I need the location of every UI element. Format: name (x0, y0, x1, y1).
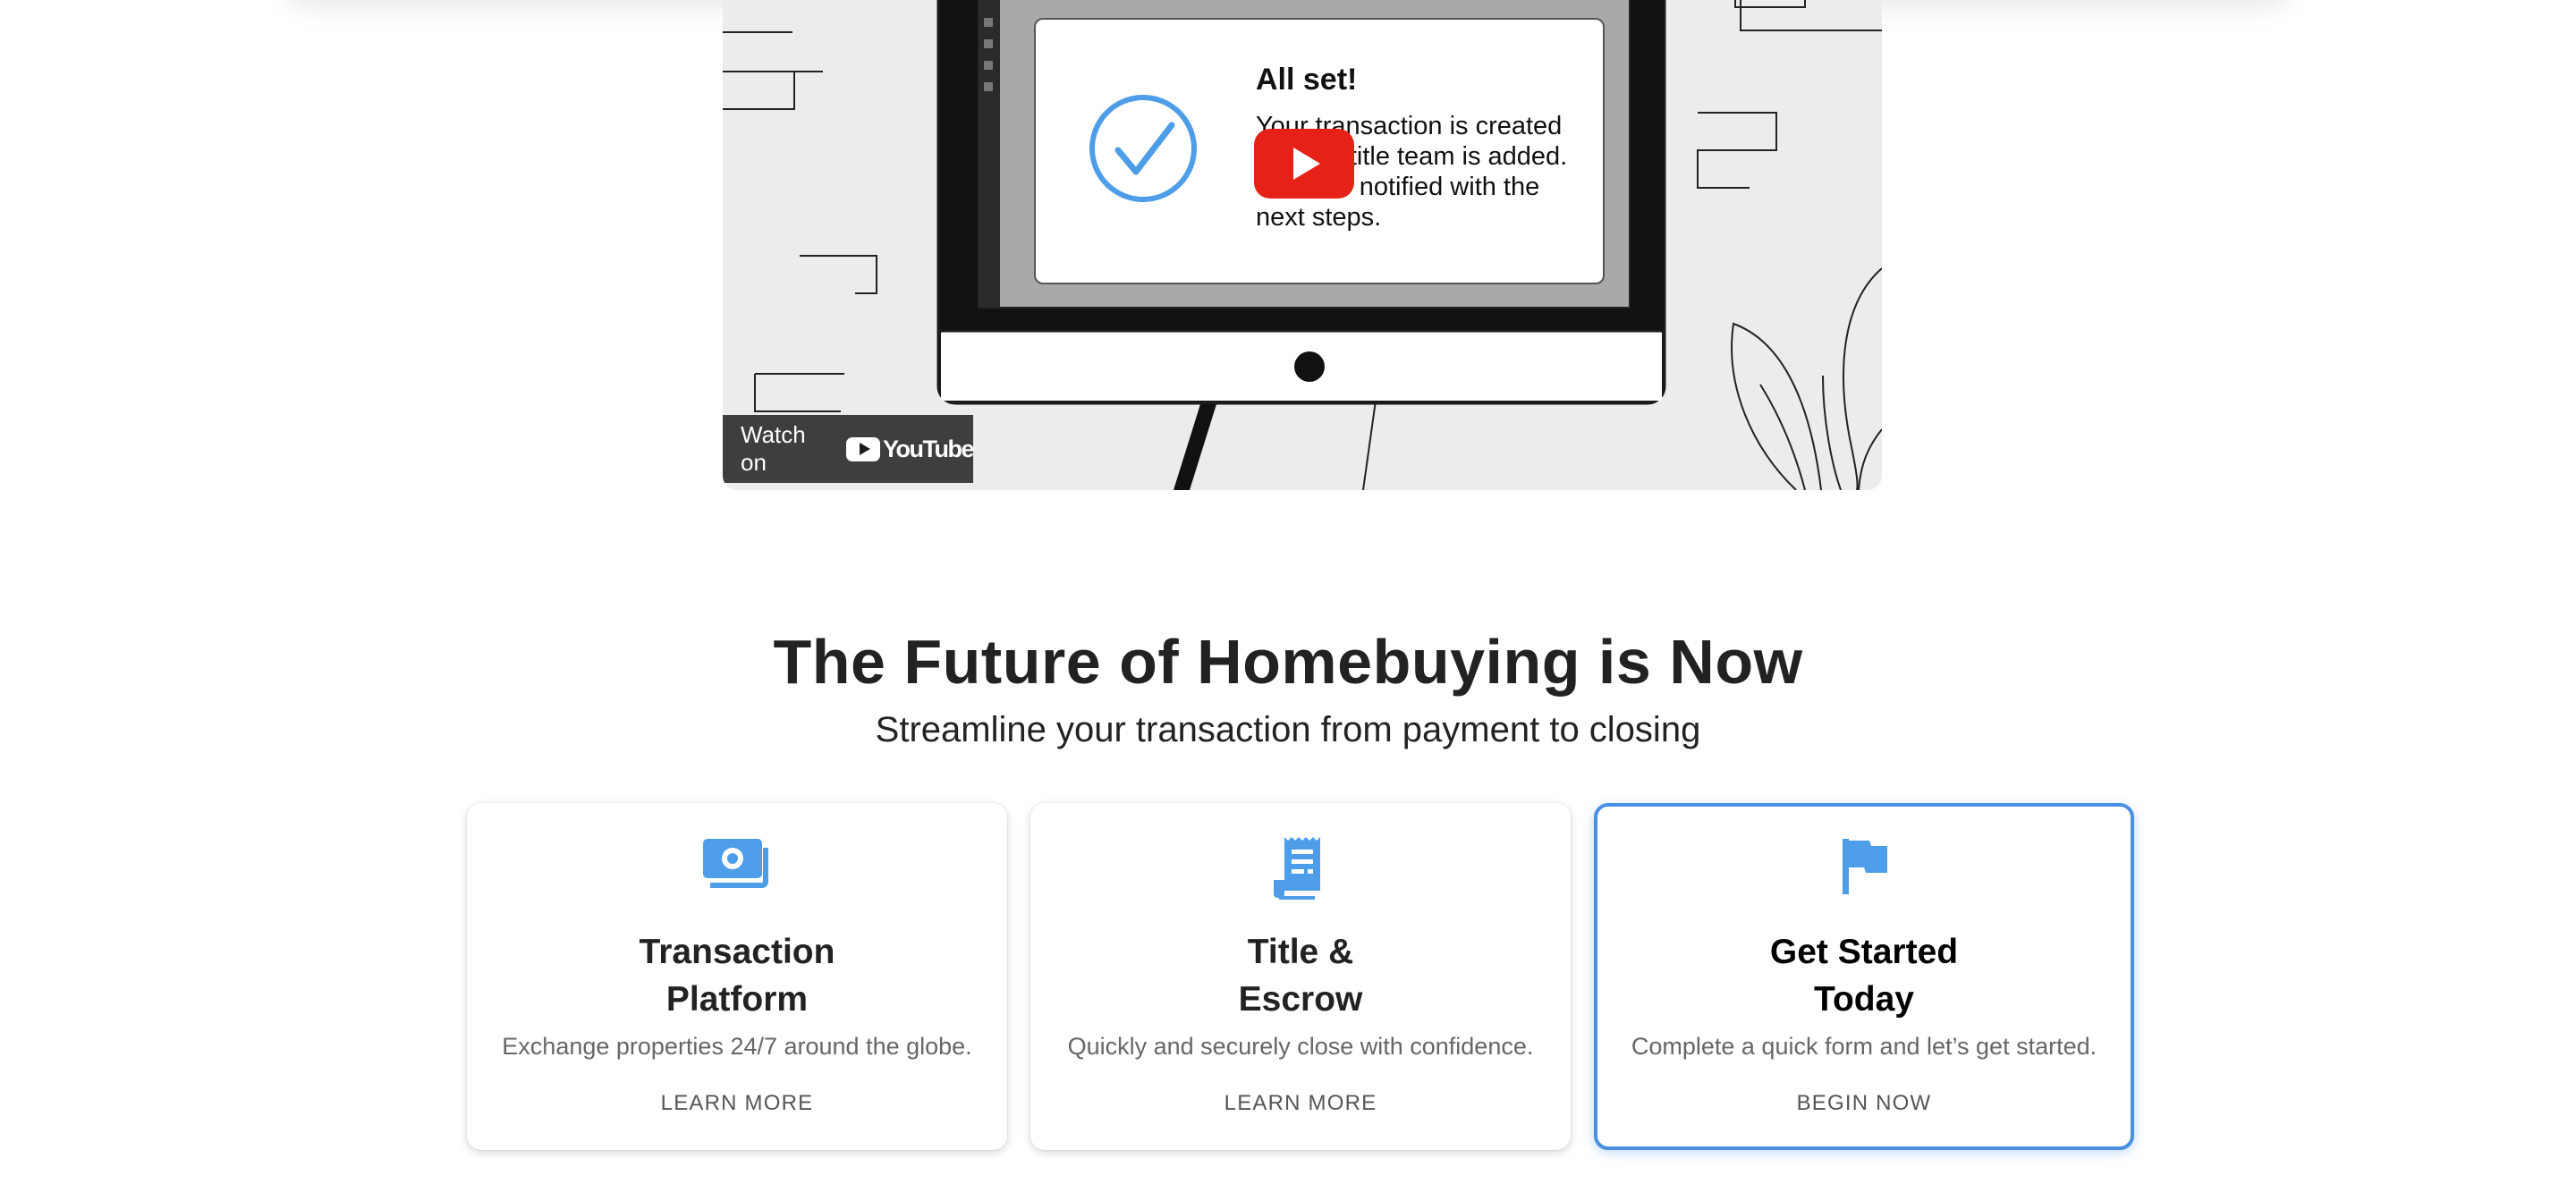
money-bill-icon (703, 839, 768, 888)
card-title: Title & Escrow (1238, 933, 1363, 1019)
dialog-title: All set! (1256, 63, 1358, 97)
youtube-logo: YouTube (846, 435, 974, 463)
youtube-wordmark: YouTube (883, 435, 974, 462)
card-description: Quickly and securely close with confiden… (1067, 1033, 1534, 1060)
card-get-started[interactable]: Get Started Today Complete a quick form a… (1594, 803, 2134, 1150)
begin-now-link[interactable]: BEGIN NOW (1597, 1091, 2131, 1116)
card-transaction-platform[interactable]: Transaction Platform Exchange properties … (467, 803, 1007, 1150)
check-circle-icon (1089, 95, 1197, 202)
play-icon (1293, 148, 1320, 180)
play-button[interactable] (1254, 129, 1354, 199)
page: All set! Your transaction is created and… (0, 0, 2576, 1184)
youtube-play-icon (846, 436, 881, 461)
learn-more-link[interactable]: LEARN MORE (467, 1091, 1007, 1116)
youtube-video-embed[interactable]: All set! Your transaction is created and… (723, 0, 1882, 490)
watch-on-youtube-link[interactable]: Watch on YouTube (723, 415, 974, 483)
flag-icon (1843, 839, 1887, 894)
card-description: Complete a quick form and let’s get star… (1631, 1033, 2097, 1060)
card-title: Transaction Platform (639, 933, 835, 1019)
receipt-document-icon (1274, 837, 1320, 900)
section-title: The Future of Homebuying is Now (773, 627, 1803, 697)
card-title: Get Started Today (1769, 933, 1959, 1019)
card-description: Exchange properties 24/7 around the glob… (502, 1033, 972, 1060)
watch-on-label: Watch on (741, 421, 806, 476)
learn-more-link[interactable]: LEARN MORE (1030, 1091, 1571, 1116)
section-subtitle: Streamline your transaction from payment… (875, 710, 1701, 749)
card-title-escrow[interactable]: Title & Escrow Quickly and securely close… (1030, 803, 1571, 1150)
